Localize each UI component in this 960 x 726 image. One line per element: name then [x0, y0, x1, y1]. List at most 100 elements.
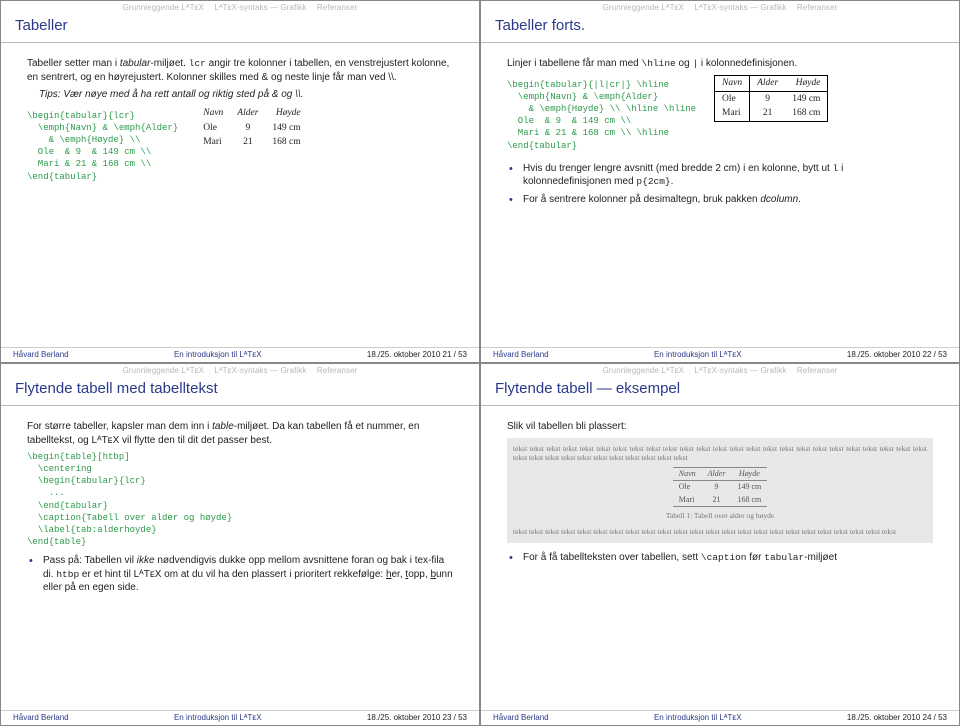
footer-page: 18./25. oktober 2010 23 / 53 [367, 713, 467, 722]
slide-title: Flytende tabell med tabelltekst [1, 376, 479, 405]
th: Alder [750, 75, 786, 91]
table-caption: Tabell 1: Tabell over alder og høyde [513, 511, 927, 521]
divider [481, 42, 959, 43]
td: 21 [702, 494, 732, 507]
td: 168 cm [265, 135, 307, 150]
footer-author: Håvard Berland [493, 713, 549, 722]
paragraph: Linjer i tabellene får man med \hline og… [507, 57, 933, 71]
divider [1, 42, 479, 43]
footer-title: En introduksjon til LᴬTᴇX [549, 350, 847, 359]
footer-title: En introduksjon til LᴬTᴇX [69, 350, 367, 359]
td: 149 cm [785, 91, 828, 106]
nav-sep: — [750, 366, 758, 375]
nav-item: Referanser [317, 3, 358, 12]
code-block: \begin{tabular}{|l|cr|} \hline \emph{Nav… [507, 79, 696, 152]
nav-item: Grunnleggende LᴬTᴇX [123, 3, 205, 12]
slide-footer: Håvard Berland En introduksjon til LᴬTᴇX… [481, 710, 959, 725]
th: Navn [673, 468, 702, 481]
code-and-output: \begin{tabular}{lcr} \emph{Navn} & \emph… [27, 106, 453, 187]
bullet-list: For å få tabellteksten over tabellen, se… [507, 551, 933, 565]
nav-sep: — [270, 3, 278, 12]
th: Navn [715, 75, 750, 91]
list-item: For å få tabellteksten over tabellen, se… [509, 551, 933, 565]
td: Mari [196, 135, 230, 150]
code-block: \begin{tabular}{lcr} \emph{Navn} & \emph… [27, 110, 178, 183]
td: 168 cm [785, 106, 828, 121]
slide-22: Grunnleggende LᴬTᴇX LᴬTᴇX-syntaks — Graf… [480, 0, 960, 363]
footer-author: Håvard Berland [13, 713, 69, 722]
lorem-text: tekst tekst tekst tekst tekst tekst teks… [513, 444, 927, 464]
slide-footer: Håvard Berland En introduksjon til LᴬTᴇX… [1, 347, 479, 362]
paragraph: Tabeller setter man i tabular-miljøet. l… [27, 57, 453, 84]
divider [481, 405, 959, 406]
nav-item: Referanser [317, 366, 358, 375]
code-and-output: \begin{tabular}{|l|cr|} \hline \emph{Nav… [507, 75, 933, 156]
slide-body: Slik vil tabellen bli plassert: tekst te… [481, 414, 959, 710]
td: 149 cm [731, 481, 767, 494]
footer-page: 18./25. oktober 2010 21 / 53 [367, 350, 467, 359]
nav-item: Referanser [797, 366, 838, 375]
output-table: NavnAlderHøyde Ole9149 cm Mari21168 cm [714, 75, 828, 122]
footer-page: 18./25. oktober 2010 24 / 53 [847, 713, 947, 722]
td: 9 [750, 91, 786, 106]
nav-item: Grafikk [280, 3, 306, 12]
nav-item: LᴬTᴇX-syntaks [694, 366, 747, 375]
divider [1, 405, 479, 406]
footer-author: Håvard Berland [13, 350, 69, 359]
paragraph: For større tabeller, kapsler man dem inn… [27, 420, 453, 447]
nav-item: Grafikk [760, 366, 786, 375]
td: Ole [715, 91, 750, 106]
lorem-text: tekst tekst tekst tekst tekst tekst teks… [513, 527, 927, 537]
bullet-list: Hvis du trenger lengre avsnitt (med bred… [507, 162, 933, 207]
nav-item: LᴬTᴇX-syntaks [214, 3, 267, 12]
code-block: \begin{table}[htbp] \centering \begin{ta… [27, 451, 453, 548]
output-table: NavnAlderHøyde Ole9149 cm Mari21168 cm [196, 106, 307, 150]
td: 149 cm [265, 121, 307, 136]
slide-24: Grunnleggende LᴬTᴇX LᴬTᴇX-syntaks — Graf… [480, 363, 960, 726]
footer-title: En introduksjon til LᴬTᴇX [549, 713, 847, 722]
nav-sep: — [750, 3, 758, 12]
nav-bar: Grunnleggende LᴬTᴇX LᴬTᴇX-syntaks — Graf… [1, 1, 479, 13]
slide-footer: Håvard Berland En introduksjon til LᴬTᴇX… [481, 347, 959, 362]
td: 21 [750, 106, 786, 121]
slide-grid: Grunnleggende LᴬTᴇX LᴬTᴇX-syntaks — Graf… [0, 0, 960, 726]
td: Ole [673, 481, 702, 494]
list-item: Pass på: Tabellen vil ikke nødvendigvis … [29, 554, 453, 595]
tip-text: Tips: Vær nøye med å ha rett antall og r… [27, 88, 453, 102]
nav-item: Referanser [797, 3, 838, 12]
th: Høyde [785, 75, 828, 91]
nav-item: Grafikk [760, 3, 786, 12]
nav-item: Grafikk [280, 366, 306, 375]
nav-item: Grunnleggende LᴬTᴇX [603, 366, 685, 375]
th: Navn [196, 106, 230, 121]
nav-item: Grunnleggende LᴬTᴇX [603, 3, 685, 12]
td: 9 [230, 121, 265, 136]
slide-title: Tabeller [1, 13, 479, 42]
slide-body: Linjer i tabellene får man med \hline og… [481, 51, 959, 347]
slide-body: For større tabeller, kapsler man dem inn… [1, 414, 479, 710]
nav-bar: Grunnleggende LᴬTᴇX LᴬTᴇX-syntaks — Graf… [1, 364, 479, 376]
bullet-list: Pass på: Tabellen vil ikke nødvendigvis … [27, 554, 453, 595]
slide-footer: Håvard Berland En introduksjon til LᴬTᴇX… [1, 710, 479, 725]
slide-title: Flytende tabell — eksempel [481, 376, 959, 405]
footer-title: En introduksjon til LᴬTᴇX [69, 713, 367, 722]
td: Ole [196, 121, 230, 136]
nav-bar: Grunnleggende LᴬTᴇX LᴬTᴇX-syntaks — Graf… [481, 364, 959, 376]
td: 168 cm [731, 494, 767, 507]
list-item: Hvis du trenger lengre avsnitt (med bred… [509, 162, 933, 190]
td: 21 [230, 135, 265, 150]
list-item: For å sentrere kolonner på desimaltegn, … [509, 193, 933, 207]
example-inner-table: NavnAlderHøyde Ole9149 cm Mari21168 cm [673, 467, 767, 507]
td: Mari [715, 106, 750, 121]
nav-item: LᴬTᴇX-syntaks [214, 366, 267, 375]
th: Alder [230, 106, 265, 121]
nav-bar: Grunnleggende LᴬTᴇX LᴬTᴇX-syntaks — Graf… [481, 1, 959, 13]
nav-sep: — [270, 366, 278, 375]
example-render-box: tekst tekst tekst tekst tekst tekst teks… [507, 438, 933, 543]
footer-page: 18./25. oktober 2010 22 / 53 [847, 350, 947, 359]
th: Høyde [731, 468, 767, 481]
nav-item: LᴬTᴇX-syntaks [694, 3, 747, 12]
td: 9 [702, 481, 732, 494]
th: Høyde [265, 106, 307, 121]
intro-text: Slik vil tabellen bli plassert: [507, 420, 933, 434]
